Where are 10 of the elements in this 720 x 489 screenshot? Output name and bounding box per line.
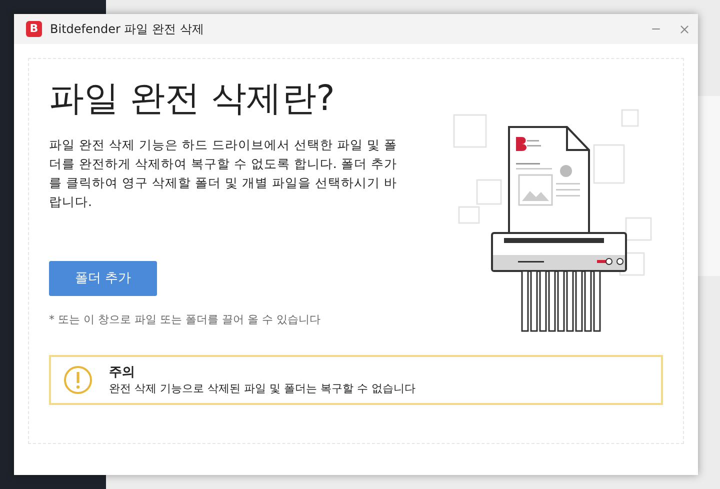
- app-logo-icon: B: [26, 21, 42, 37]
- drag-hint-text: * 또는 이 창으로 파일 또는 폴더를 끌어 올 수 있습니다: [49, 312, 322, 328]
- page-heading: 파일 완전 삭제란?: [49, 78, 336, 121]
- close-icon: [678, 22, 690, 36]
- window-title: Bitdefender 파일 완전 삭제: [50, 21, 204, 38]
- warning-title: 주의: [109, 364, 136, 380]
- warning-message: 완전 삭제 기능으로 삭제된 파일 및 폴더는 복구할 수 없습니다: [109, 380, 416, 396]
- description-text: 파일 완전 삭제 기능은 하드 드라이브에서 선택한 파일 및 폴더를 완전하게 삭제하여 복구할 수 없도록 합니다. 폴더 추가를 클릭하여 영구 삭제할 폴더 및 개별 파일을 선택하시기 바랍니다.: [49, 136, 398, 211]
- warning-icon: [63, 365, 93, 395]
- add-folder-button[interactable]: 폴더 추가: [49, 261, 157, 296]
